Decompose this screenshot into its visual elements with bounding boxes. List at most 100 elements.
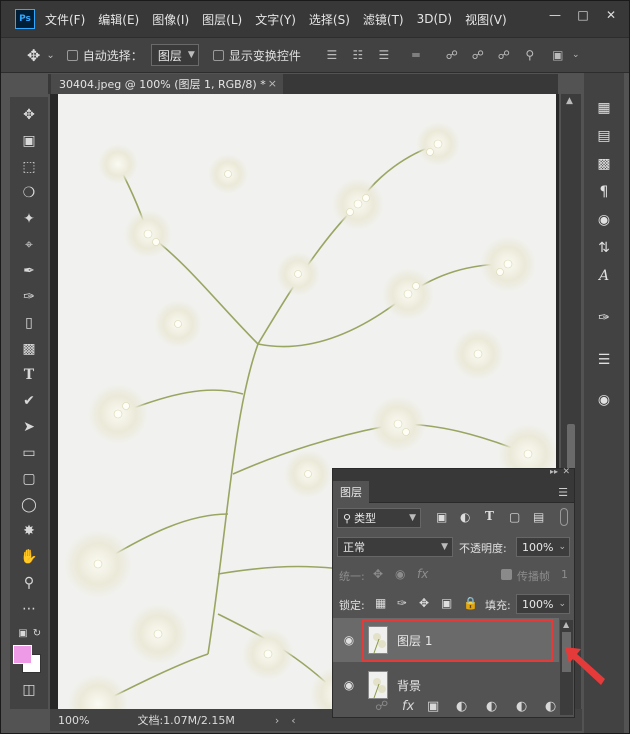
lock-pixels-icon[interactable]: ✑: [397, 596, 407, 610]
paragraph-icon[interactable]: ¶: [595, 183, 613, 201]
eye-icon[interactable]: ◉: [341, 632, 357, 648]
ellipse-tool-icon[interactable]: ◯: [19, 495, 39, 515]
marquee-tool-icon[interactable]: ⬚: [19, 157, 39, 177]
add-mask-icon[interactable]: ▣: [427, 699, 439, 714]
align-middle-icon[interactable]: ☍: [471, 48, 485, 62]
align-bottom-icon[interactable]: ☍: [497, 48, 511, 62]
document-tab[interactable]: 30404.jpeg @ 100% (图层 1, RGB/8) * ×: [51, 74, 283, 94]
filter-type-icon[interactable]: T: [485, 509, 494, 523]
menu-3d[interactable]: 3D(D): [417, 12, 452, 26]
delete-layer-icon[interactable]: ◐: [545, 699, 556, 714]
adjustments-icon[interactable]: ☰: [595, 351, 613, 369]
character-icon[interactable]: A: [595, 267, 613, 285]
unify-position-icon[interactable]: ✥: [373, 567, 383, 581]
align-left-icon[interactable]: ☰: [325, 48, 339, 62]
rounded-rect-tool-icon[interactable]: ▢: [19, 469, 39, 489]
filter-shape-icon[interactable]: ▢: [509, 510, 520, 524]
align-right-icon[interactable]: ☰: [377, 48, 391, 62]
blend-mode-dropdown[interactable]: 正常 ▼: [337, 537, 453, 557]
close-document-icon[interactable]: ×: [268, 77, 277, 90]
status-menu-chevron-icon[interactable]: ›: [275, 714, 279, 727]
maximize-icon[interactable]: □: [571, 5, 595, 25]
crop-tool-icon[interactable]: ⌖: [19, 235, 39, 255]
auto-select-checkbox[interactable]: [66, 49, 78, 61]
distribute-icon[interactable]: ═: [409, 48, 423, 62]
layers-panel-header[interactable]: ▸▸ ✕: [333, 467, 574, 481]
menu-file[interactable]: 文件(F): [45, 11, 85, 28]
panel-menu-icon[interactable]: ☰: [558, 486, 568, 499]
brush-tool-icon[interactable]: ✑: [19, 287, 39, 307]
channels-icon[interactable]: ◉: [595, 391, 613, 409]
menu-view[interactable]: 视图(V): [465, 11, 507, 28]
menu-type[interactable]: 文字(Y): [255, 11, 296, 28]
fill-field[interactable]: 100% ⌄: [516, 594, 570, 614]
eyedropper-tool-icon[interactable]: ✒: [19, 261, 39, 281]
filter-adjustment-icon[interactable]: ◐: [460, 510, 470, 524]
collapse-icon[interactable]: ▸▸: [550, 467, 558, 476]
workspace-icon[interactable]: ▣: [551, 48, 565, 62]
show-transform-checkbox[interactable]: [212, 49, 224, 61]
artboard-tool-icon[interactable]: ▣: [19, 131, 39, 151]
hand-tool-icon[interactable]: ✋: [19, 547, 39, 567]
zoom-level[interactable]: 100%: [58, 714, 89, 727]
lock-all-icon[interactable]: 🔒: [463, 596, 478, 610]
document-icon[interactable]: ▤: [595, 127, 613, 145]
auto-select-dropdown[interactable]: 图层 ▼: [150, 44, 199, 66]
menu-image[interactable]: 图像(I): [152, 11, 189, 28]
brush-settings-icon[interactable]: ✑: [595, 309, 613, 327]
menu-edit[interactable]: 编辑(E): [98, 11, 139, 28]
eye-icon[interactable]: ◉: [341, 677, 357, 693]
palette-icon[interactable]: ◉: [595, 211, 613, 229]
new-layer-icon[interactable]: ◐: [516, 699, 527, 714]
minimize-icon[interactable]: —: [543, 5, 567, 25]
unify-style-icon[interactable]: fx: [417, 567, 428, 581]
layer-name[interactable]: 背景: [397, 677, 421, 694]
grid-icon[interactable]: ▦: [595, 99, 613, 117]
filter-toggle[interactable]: [560, 508, 568, 526]
lock-artboard-icon[interactable]: ▣: [441, 596, 452, 610]
move-tool-icon[interactable]: ✥: [27, 46, 40, 65]
lasso-tool-icon[interactable]: ❍: [19, 183, 39, 203]
history-icon[interactable]: ⇅: [595, 239, 613, 257]
lock-transparent-icon[interactable]: ▦: [375, 596, 386, 610]
align-center-icon[interactable]: ☷: [351, 48, 365, 62]
more-tools-icon[interactable]: ⋯: [19, 599, 39, 619]
search-icon[interactable]: ⚲: [523, 48, 537, 62]
move-tool-icon[interactable]: ✥: [19, 105, 39, 125]
swap-colors-icon[interactable]: ↻: [27, 623, 47, 643]
opacity-field[interactable]: 100% ⌄: [516, 537, 570, 557]
type-tool-icon[interactable]: T: [19, 365, 39, 385]
filter-smart-object-icon[interactable]: ▤: [533, 510, 544, 524]
custom-shape-tool-icon[interactable]: ✸: [19, 521, 39, 541]
close-panel-icon[interactable]: ✕: [562, 467, 570, 477]
filter-kind-dropdown[interactable]: ⚲ 类型 ▼: [337, 508, 421, 528]
properties-icon[interactable]: ▩: [595, 155, 613, 173]
filter-pixel-icon[interactable]: ▣: [436, 510, 447, 524]
link-layers-icon[interactable]: ☍: [375, 699, 388, 714]
gradient-tool-icon[interactable]: ▩: [19, 339, 39, 359]
tool-preset-chevron-icon[interactable]: ⌄: [46, 50, 54, 61]
scroll-up-icon[interactable]: ▲: [563, 620, 569, 629]
unify-visibility-icon[interactable]: ◉: [395, 567, 405, 581]
tab-layers[interactable]: 图层: [333, 481, 369, 503]
zoom-tool-icon[interactable]: ⚲: [19, 573, 39, 593]
scroll-up-icon[interactable]: ▲: [566, 96, 573, 106]
rectangle-tool-icon[interactable]: ▭: [19, 443, 39, 463]
eraser-tool-icon[interactable]: ▯: [19, 313, 39, 333]
path-select-tool-icon[interactable]: ➤: [19, 417, 39, 437]
close-window-icon[interactable]: ✕: [599, 5, 623, 25]
scroll-left-icon[interactable]: ‹: [291, 714, 295, 727]
pen-tool-icon[interactable]: ✔: [19, 391, 39, 411]
workspace-chevron-icon[interactable]: ⌄: [569, 48, 583, 62]
add-style-icon[interactable]: fx: [402, 699, 414, 714]
menu-layer[interactable]: 图层(L): [202, 11, 242, 28]
align-top-icon[interactable]: ☍: [445, 48, 459, 62]
adjustment-layer-icon[interactable]: ◐: [456, 699, 467, 714]
group-layers-icon[interactable]: ◐: [486, 699, 497, 714]
menu-filter[interactable]: 滤镜(T): [363, 11, 404, 28]
foreground-color-swatch[interactable]: [13, 645, 32, 664]
propagate-checkbox[interactable]: [501, 569, 512, 580]
screen-mode-icon[interactable]: ◫: [19, 680, 39, 700]
lock-position-icon[interactable]: ✥: [419, 596, 429, 610]
quick-select-tool-icon[interactable]: ✦: [19, 209, 39, 229]
